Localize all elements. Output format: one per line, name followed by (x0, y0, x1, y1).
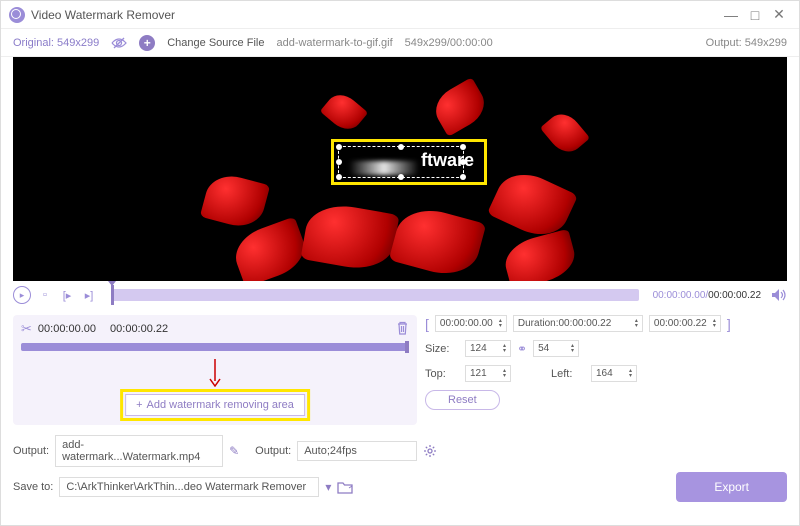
segment-end: 00:00:00.22 (110, 323, 168, 335)
next-frame-button[interactable]: ▸] (81, 287, 97, 303)
stop-button[interactable]: ▫ (37, 287, 53, 303)
output-format-input[interactable]: Auto;24fps (297, 441, 417, 461)
visibility-toggle-icon[interactable] (111, 37, 127, 49)
gear-icon[interactable] (423, 444, 437, 458)
left-label: Left: (551, 368, 585, 380)
bracket-open-icon[interactable]: [ (425, 316, 429, 332)
change-source-button[interactable]: Change Source File (167, 37, 264, 49)
properties-panel: [ 00:00:00.00▴▾ Duration:00:00:00.22▴▾ 0… (425, 315, 787, 425)
toolbar: Original: 549x299 + Change Source File a… (1, 29, 799, 57)
range-start-input[interactable]: 00:00:00.00▴▾ (435, 315, 507, 332)
timeline-scrubber[interactable] (111, 289, 639, 301)
preview-frame: ftware (195, 57, 605, 281)
export-button[interactable]: Export (676, 472, 787, 502)
spinner-icon[interactable]: ▴▾ (635, 319, 638, 329)
delete-segment-icon[interactable] (396, 321, 409, 335)
volume-icon[interactable] (771, 288, 787, 302)
top-input[interactable]: 121▴▾ (465, 365, 511, 382)
save-path-input[interactable]: C:\ArkThinker\ArkThin...deo Watermark Re… (59, 477, 319, 497)
maximize-button[interactable]: □ (743, 3, 767, 27)
range-end-input[interactable]: 00:00:00.22▴▾ (649, 315, 721, 332)
open-folder-icon[interactable] (337, 481, 353, 494)
play-button[interactable]: ▸ (13, 286, 31, 304)
prev-frame-button[interactable]: [▸ (59, 287, 75, 303)
reset-button[interactable]: Reset (425, 390, 500, 410)
output-format-label: Output: (255, 445, 291, 457)
height-input[interactable]: 54▴▾ (533, 340, 579, 357)
watermark-selection-box[interactable]: ftware (331, 139, 487, 185)
spinner-icon[interactable]: ▴▾ (713, 319, 716, 329)
segment-track[interactable] (21, 343, 409, 351)
segment-panel: ✂ 00:00:00.00 00:00:00.22 + Add watermar… (13, 315, 417, 425)
plus-icon: + (136, 399, 142, 411)
time-display: 00:00:00.00/00:00:00.22 (653, 290, 761, 301)
spinner-icon[interactable]: ▴▾ (503, 344, 506, 354)
close-button[interactable]: ✕ (767, 3, 791, 27)
add-source-icon[interactable]: + (139, 35, 155, 51)
watermark-text: ftware (421, 150, 474, 171)
spinner-icon[interactable]: ▴▾ (571, 344, 574, 354)
minimize-button[interactable]: — (719, 3, 743, 27)
original-dimensions: Original: 549x299 (13, 37, 99, 49)
add-watermark-area-button[interactable]: + Add watermark removing area (125, 394, 305, 416)
save-to-label: Save to: (13, 481, 53, 493)
link-aspect-icon[interactable]: ⚭ (517, 342, 527, 356)
bottom-bar: Output: add-watermark...Watermark.mp4 ✎ … (1, 431, 799, 515)
timeline-playhead[interactable] (111, 285, 114, 305)
output-filename-input[interactable]: add-watermark...Watermark.mp4 (55, 435, 223, 467)
output-label: Output: (13, 445, 49, 457)
bracket-close-icon[interactable]: ] (727, 316, 731, 332)
chevron-down-icon[interactable]: ▾ (325, 480, 331, 494)
app-logo-icon (9, 7, 25, 23)
playback-controls: ▸ ▫ [▸ ▸] 00:00:00.00/00:00:00.22 (1, 281, 799, 309)
top-label: Top: (425, 368, 459, 380)
add-area-highlight: + Add watermark removing area (120, 389, 310, 421)
spinner-icon[interactable]: ▴▾ (629, 369, 632, 379)
titlebar: Video Watermark Remover — □ ✕ (1, 1, 799, 29)
edit-icon[interactable]: ✎ (229, 444, 239, 458)
mid-row: ✂ 00:00:00.00 00:00:00.22 + Add watermar… (1, 309, 799, 431)
source-dimensions-time: 549x299/00:00:00 (405, 37, 493, 49)
source-filename: add-watermark-to-gif.gif (276, 37, 392, 49)
duration-input[interactable]: Duration:00:00:00.22▴▾ (513, 315, 643, 332)
app-title: Video Watermark Remover (31, 8, 175, 22)
segment-start: 00:00:00.00 (38, 323, 96, 335)
scissors-icon: ✂ (21, 321, 32, 337)
app-window: Video Watermark Remover — □ ✕ Original: … (0, 0, 800, 526)
output-dimensions: Output: 549x299 (706, 37, 787, 49)
size-label: Size: (425, 343, 459, 355)
width-input[interactable]: 124▴▾ (465, 340, 511, 357)
video-preview[interactable]: ftware (13, 57, 787, 281)
spinner-icon[interactable]: ▴▾ (503, 369, 506, 379)
left-input[interactable]: 164▴▾ (591, 365, 637, 382)
spinner-icon[interactable]: ▴▾ (499, 319, 502, 329)
arrow-down-icon (209, 359, 221, 387)
